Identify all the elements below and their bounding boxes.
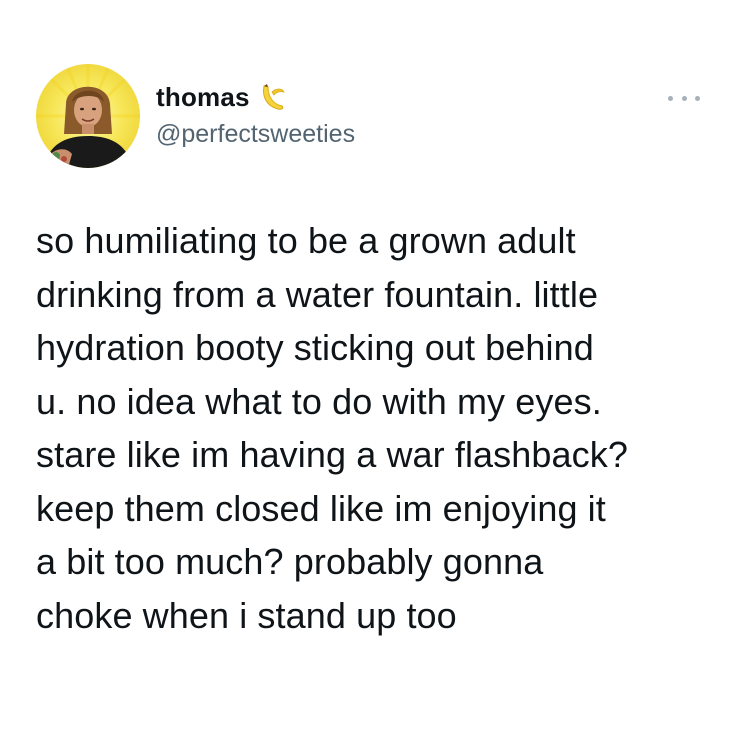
user-handle[interactable]: @perfectsweeties (156, 120, 355, 149)
banana-icon (258, 82, 286, 112)
author-name-row[interactable]: thomas (156, 80, 286, 114)
avatar-photo (36, 64, 140, 168)
avatar[interactable] (36, 64, 140, 168)
more-horizontal-icon (668, 95, 673, 101)
display-name[interactable]: thomas (156, 82, 250, 113)
more-options-button[interactable] (668, 90, 700, 106)
tweet-text: so humiliating to be a grown adult drink… (36, 220, 628, 636)
tweet-card: thomas @perfectsweeties so humiliating t… (0, 0, 736, 732)
more-dot (695, 95, 700, 101)
more-dot (681, 95, 687, 101)
